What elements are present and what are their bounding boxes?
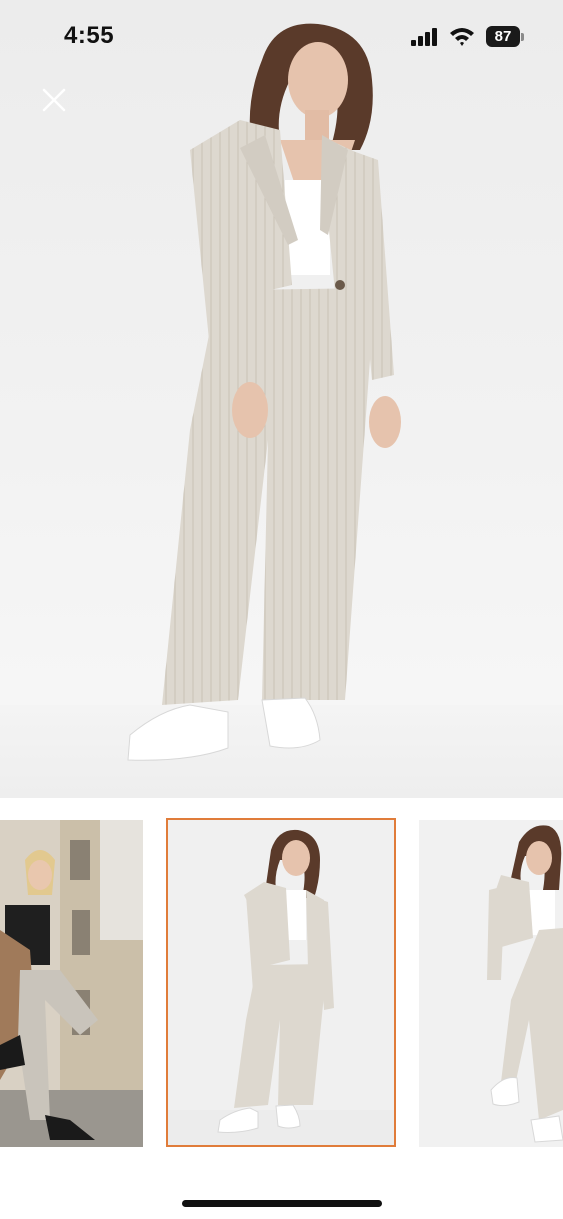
status-time: 4:55 [64, 22, 115, 49]
street-photo-image [0, 820, 143, 1147]
close-icon [42, 88, 66, 112]
status-bar: 4:55 87 [0, 0, 563, 70]
product-main-image[interactable]: 4:55 87 [0, 0, 563, 798]
studio-front-image [168, 820, 394, 1145]
studio-side-image [419, 820, 563, 1147]
battery-level: 87 [494, 28, 512, 45]
home-indicator[interactable] [182, 1200, 382, 1207]
thumbnail-studio-side[interactable] [419, 820, 563, 1147]
model-figure [127, 23, 401, 761]
battery-cap [521, 33, 524, 41]
cellular-signal-icon [411, 28, 437, 46]
wifi-icon [450, 28, 474, 46]
thumbnail-strip[interactable] [0, 818, 563, 1150]
battery-icon: 87 [486, 26, 520, 47]
thumbnail-studio-front[interactable] [166, 818, 396, 1147]
thumbnail-street-photo[interactable] [0, 820, 143, 1147]
close-button[interactable] [38, 84, 70, 116]
